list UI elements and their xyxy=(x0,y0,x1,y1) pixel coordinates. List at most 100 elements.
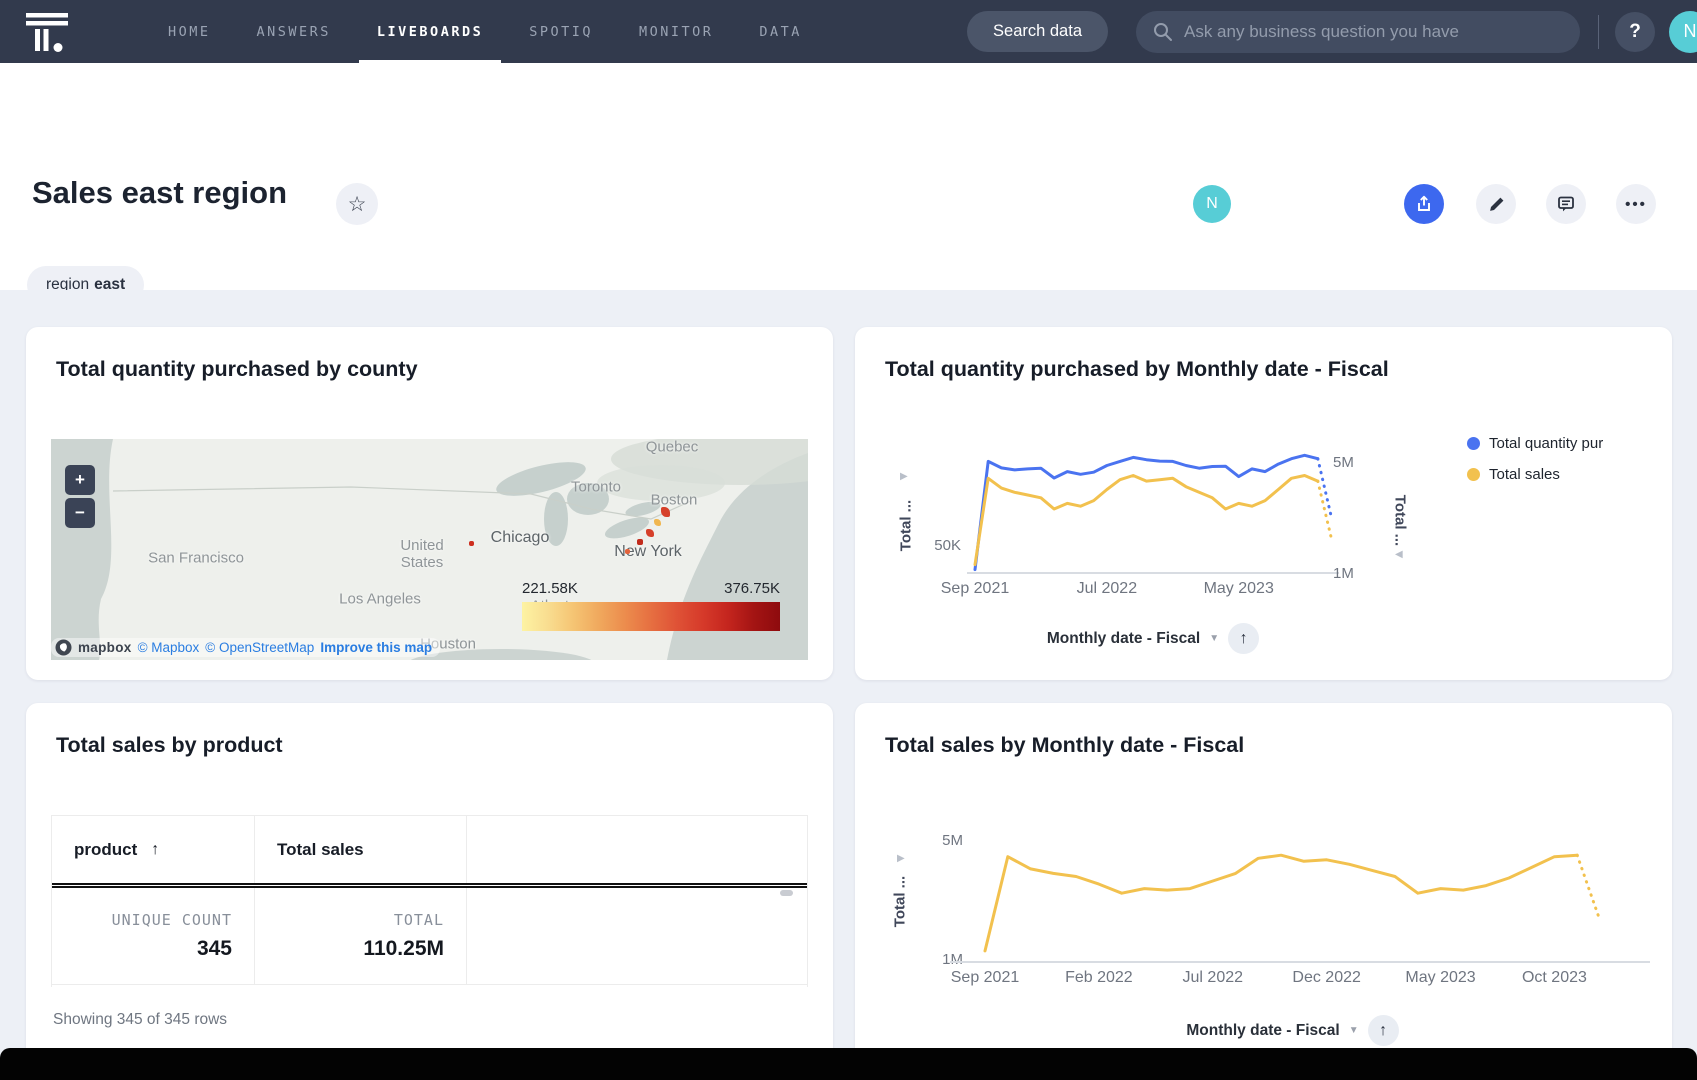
liveboard-header: Sales east region ☆ region east N xyxy=(0,63,1697,290)
county-heatmap[interactable]: + − San Francisco Los Angeles United Sta… xyxy=(51,439,808,660)
column-label: product xyxy=(74,840,137,860)
star-icon: ☆ xyxy=(348,194,367,215)
sales-table: product ↑ Total sales UNIQUE COUNT 345 T… xyxy=(51,815,808,987)
left-y-tick: 50K xyxy=(913,537,961,554)
more-options-button[interactable]: ••• xyxy=(1616,184,1656,224)
favorite-button[interactable]: ☆ xyxy=(336,183,378,225)
aggregate-value: 345 xyxy=(197,937,232,961)
x-axis-tick: Jul 2022 xyxy=(1077,580,1138,598)
left-y-axis-title: Total ... xyxy=(898,481,915,571)
summary-cell-product: UNIQUE COUNT 345 xyxy=(52,888,255,984)
county-marker[interactable] xyxy=(625,549,630,554)
comment-button[interactable] xyxy=(1546,184,1586,224)
share-icon xyxy=(1414,194,1434,214)
search-data-button[interactable]: Search data xyxy=(967,11,1108,52)
x-axis-tick: Jul 2022 xyxy=(1183,969,1244,987)
sort-ascending-button[interactable]: ↑ xyxy=(1228,623,1259,654)
x-axis-tick: May 2023 xyxy=(1405,969,1475,987)
card-title: Total sales by Monthly date - Fiscal xyxy=(885,733,1244,758)
county-marker[interactable] xyxy=(469,541,474,546)
share-button[interactable] xyxy=(1404,184,1444,224)
edit-button[interactable] xyxy=(1476,184,1516,224)
pencil-icon xyxy=(1487,195,1506,214)
aggregate-label: TOTAL xyxy=(394,911,444,929)
nav-menu: HOME ANSWERS LIVEBOARDS SPOTIQ MONITOR D… xyxy=(168,0,802,63)
heat-legend-max: 376.75K xyxy=(724,580,780,597)
map-attribution: mapbox © Mapbox © OpenStreetMap Improve … xyxy=(51,638,440,657)
mapbox-link[interactable]: © Mapbox xyxy=(138,640,200,655)
column-header-total-sales[interactable]: Total sales xyxy=(255,816,467,883)
nav-item-spotiq[interactable]: SPOTIQ xyxy=(529,0,593,63)
summary-cell-empty xyxy=(467,888,807,984)
x-axis-tick: May 2023 xyxy=(1204,580,1274,598)
map-label-united-states: United States xyxy=(387,537,457,571)
left-y-axis-title: Total ... xyxy=(892,857,909,947)
x-axis-title[interactable]: Monthly date - Fiscal xyxy=(1047,630,1200,648)
user-avatar[interactable]: N xyxy=(1669,11,1697,53)
map-zoom-controls: + − xyxy=(65,465,95,528)
aggregate-value: 110.25M xyxy=(363,937,444,961)
legend-item-sales[interactable]: Total sales xyxy=(1467,466,1603,483)
legend-label: Total quantity pur xyxy=(1489,435,1603,452)
zoom-in-button[interactable]: + xyxy=(65,465,95,495)
county-marker[interactable] xyxy=(654,519,661,526)
comment-icon xyxy=(1556,194,1576,214)
mapbox-wordmark: mapbox xyxy=(78,640,132,655)
help-button[interactable]: ? xyxy=(1615,12,1655,52)
nav-item-liveboards[interactable]: LIVEBOARDS xyxy=(377,0,483,63)
sales-line-chart[interactable] xyxy=(985,837,1600,963)
map-label-los-angeles: Los Angeles xyxy=(339,591,421,608)
zoom-out-button[interactable]: − xyxy=(65,498,95,528)
thoughtspot-logo-icon[interactable] xyxy=(22,9,72,55)
window-bottom-bar xyxy=(0,1048,1697,1080)
summary-cell-total-sales: TOTAL 110.25M xyxy=(255,888,467,984)
page-title: Sales east region xyxy=(32,175,287,211)
legend-label: Total sales xyxy=(1489,466,1560,483)
x-axis-tick: Feb 2022 xyxy=(1065,969,1133,987)
county-marker[interactable] xyxy=(646,529,654,537)
ask-question-wrap xyxy=(1136,11,1580,53)
sort-arrow-icon: ↑ xyxy=(151,841,159,859)
county-marker[interactable] xyxy=(661,507,670,517)
author-avatar[interactable]: N xyxy=(1193,185,1231,223)
openstreetmap-link[interactable]: © OpenStreetMap xyxy=(205,640,314,655)
improve-map-link[interactable]: Improve this map xyxy=(320,640,432,655)
liveboard-screen: HOME ANSWERS LIVEBOARDS SPOTIQ MONITOR D… xyxy=(0,0,1697,1080)
search-icon xyxy=(1152,21,1174,43)
column-label: Total sales xyxy=(277,840,364,860)
quantity-line-chart[interactable] xyxy=(975,431,1331,573)
chart-line xyxy=(975,476,1318,565)
county-marker[interactable] xyxy=(637,539,643,545)
column-header-product[interactable]: product ↑ xyxy=(52,816,255,883)
nav-item-monitor[interactable]: MONITOR xyxy=(639,0,713,63)
x-axis-ticks: Sep 2021Feb 2022Jul 2022Dec 2022May 2023… xyxy=(985,969,1600,991)
right-y-tick-top: 5M xyxy=(1333,454,1381,471)
chevron-down-icon[interactable]: ▼ xyxy=(1349,1025,1359,1036)
chevron-down-icon[interactable]: ▼ xyxy=(1209,633,1219,644)
table-summary-row: UNIQUE COUNT 345 TOTAL 110.25M xyxy=(52,888,807,985)
chart-line xyxy=(1577,855,1600,920)
chart-line xyxy=(975,455,1318,569)
card-title: Total quantity purchased by county xyxy=(56,357,418,382)
x-axis-title-control: Monthly date - Fiscal ▼ ↑ xyxy=(975,623,1331,654)
nav-item-home[interactable]: HOME xyxy=(168,0,211,63)
ask-question-input[interactable] xyxy=(1136,11,1580,53)
scrollbar-thumb[interactable] xyxy=(780,890,793,896)
legend-item-quantity[interactable]: Total quantity pur xyxy=(1467,435,1603,452)
axis-scroll-left-icon[interactable]: ◀ xyxy=(1395,549,1403,560)
map-label-toronto: Toronto xyxy=(571,479,621,496)
card-sales-by-product: Total sales by product product ↑ Total s… xyxy=(26,703,833,1080)
heat-legend-min: 221.58K xyxy=(522,580,578,597)
top-navbar: HOME ANSWERS LIVEBOARDS SPOTIQ MONITOR D… xyxy=(0,0,1697,63)
y-tick-top: 5M xyxy=(915,832,963,849)
mapbox-logo-icon xyxy=(55,639,72,656)
x-axis-title-control: Monthly date - Fiscal ▼ ↑ xyxy=(985,1015,1600,1046)
legend-dot-yellow xyxy=(1467,468,1480,481)
sort-ascending-button[interactable]: ↑ xyxy=(1368,1015,1399,1046)
nav-item-answers[interactable]: ANSWERS xyxy=(257,0,331,63)
map-label-chicago: Chicago xyxy=(491,529,550,547)
nav-item-data[interactable]: DATA xyxy=(759,0,802,63)
x-axis-title[interactable]: Monthly date - Fiscal xyxy=(1186,1022,1339,1040)
card-title: Total quantity purchased by Monthly date… xyxy=(885,357,1389,382)
y-tick-bottom: 1M xyxy=(915,951,963,968)
